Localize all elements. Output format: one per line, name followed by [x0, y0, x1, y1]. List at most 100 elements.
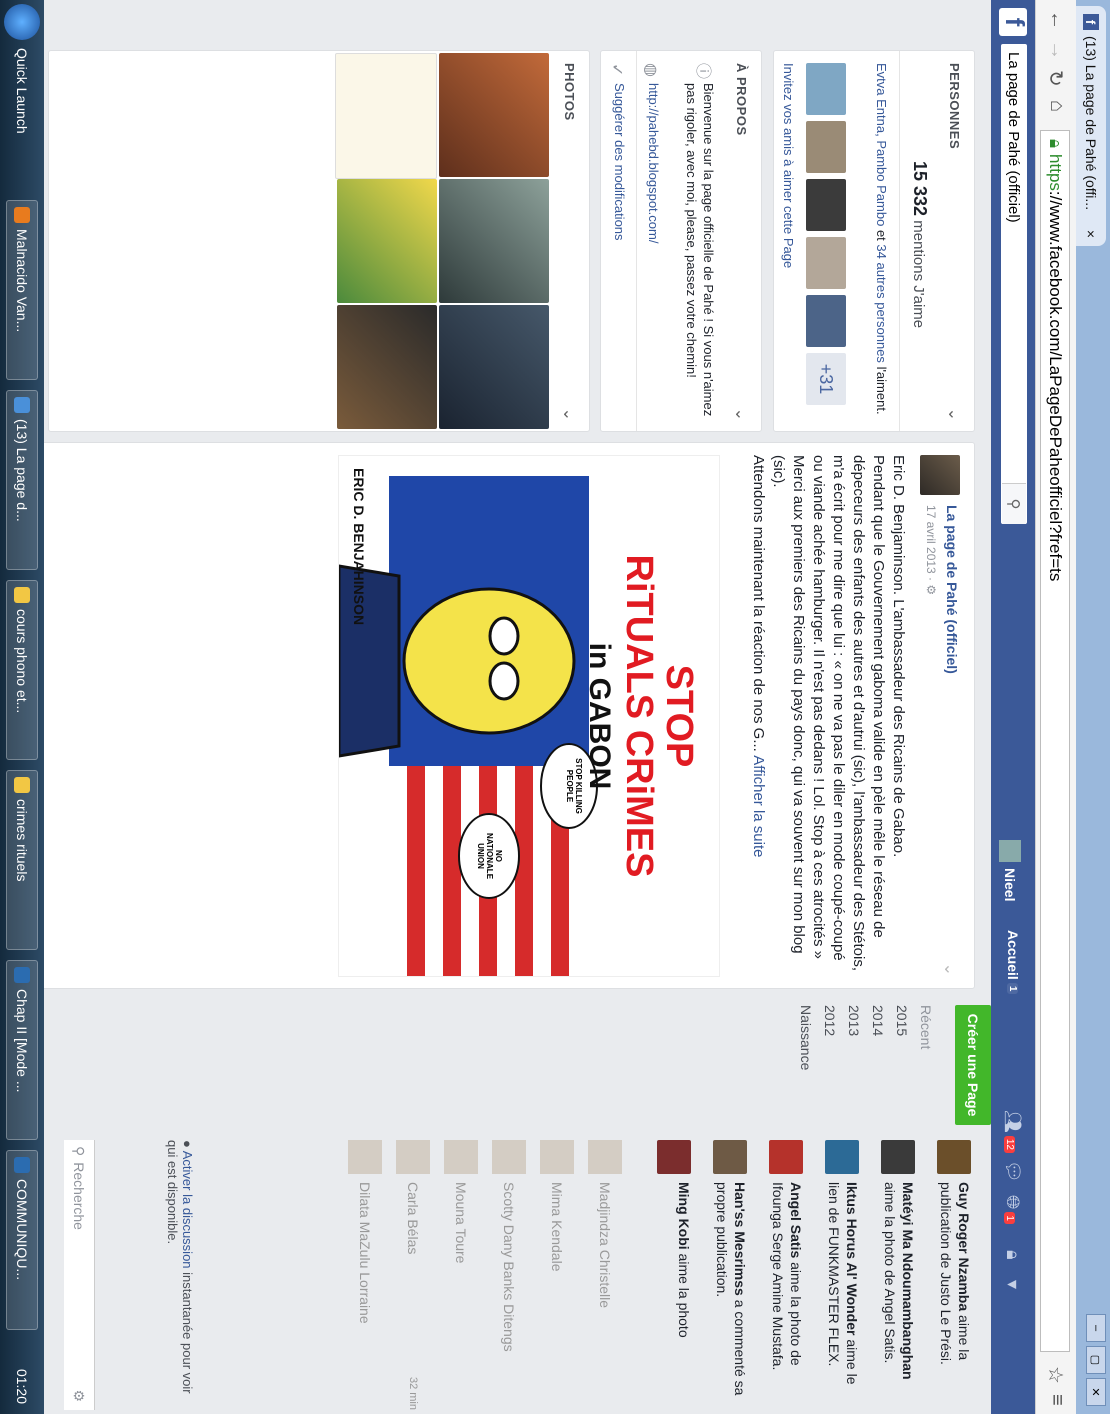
gear-icon[interactable]: ⚙︎: [71, 1389, 88, 1402]
about-description: Bienvenue sur la page officielle de Pahé…: [684, 83, 716, 417]
back-icon[interactable]: ←: [1045, 10, 1068, 30]
maximize-icon[interactable]: ▢: [1086, 1346, 1106, 1374]
invite-friends-link[interactable]: Invitez vos amis à aimer cette Page: [781, 63, 796, 268]
contact-time: 32 min: [407, 1376, 419, 1410]
chat-contact[interactable]: Carla Bélas 32 min: [393, 1140, 433, 1410]
timeline-item[interactable]: 2012: [818, 1005, 842, 1125]
contact-avatar: [348, 1140, 382, 1174]
facebook-search-input[interactable]: La page de Pahé (officiel) ⚲: [1001, 44, 1027, 524]
timeline-item[interactable]: Récent: [914, 1005, 938, 1125]
quick-launch-label: Quick Launch: [14, 48, 30, 134]
post-paragraph: Attendons maintenant la réaction de nos …: [750, 455, 767, 752]
ticker-name[interactable]: Ming Kobi: [676, 1182, 692, 1250]
close-window-icon[interactable]: ✕: [1086, 1378, 1106, 1406]
photo-thumbnail[interactable]: [439, 179, 549, 303]
taskbar-button[interactable]: Chap II [Mode ...: [6, 960, 38, 1140]
friend-avatar[interactable]: [806, 121, 846, 173]
photo-thumbnail[interactable]: [439, 53, 549, 177]
friend-avatar[interactable]: [806, 63, 846, 115]
friends-names-link[interactable]: Evtva Entna, Pambo Pambo: [874, 63, 889, 226]
ticker-name[interactable]: Iktus Horus Al' Wonder: [844, 1182, 860, 1335]
home-icon[interactable]: ⌂: [1045, 100, 1068, 112]
ticker-item[interactable]: Iktus Horus Al' Wonder aime le lien de F…: [809, 1140, 863, 1410]
contact-name: Mima Kendale: [549, 1182, 565, 1272]
reload-icon[interactable]: ↻: [1043, 70, 1068, 87]
friend-requests-icon[interactable]: 👥︎12: [1002, 1110, 1023, 1153]
create-page-button[interactable]: Créer une Page: [955, 1005, 991, 1125]
more-friends-button[interactable]: +31: [806, 353, 846, 405]
friend-avatar[interactable]: [806, 295, 846, 347]
ticker-avatar: [825, 1140, 859, 1174]
likes-label: mentions J'aime: [910, 220, 927, 329]
start-button-icon[interactable]: [4, 4, 40, 40]
account-menu-icon[interactable]: ▾: [1002, 1280, 1023, 1289]
taskbar-button[interactable]: cours phono et...: [6, 580, 38, 760]
bookmark-star-icon[interactable]: ☆: [1043, 1366, 1068, 1384]
ticker-name[interactable]: Guy Roger Nzamba: [956, 1182, 972, 1311]
taskbar-button[interactable]: (13) La page d...: [6, 390, 38, 570]
ticker-item[interactable]: Matéyi Ma Ndoumambanghan aime la photo d…: [865, 1140, 919, 1410]
facebook-logo-icon[interactable]: f: [999, 8, 1030, 36]
ticker-avatar: [769, 1140, 803, 1174]
taskbar-button[interactable]: COMMUNIQU...: [6, 1150, 38, 1330]
activate-chat-link[interactable]: Activer la discussion: [180, 1151, 195, 1269]
chevron-down-icon[interactable]: ⌄: [731, 408, 751, 421]
menu-icon[interactable]: ≡: [1045, 1394, 1068, 1406]
others-link[interactable]: 34 autres personnes: [874, 244, 889, 363]
page-avatar[interactable]: [920, 455, 960, 495]
minimize-icon[interactable]: –: [1086, 1314, 1106, 1342]
photo-thumbnail[interactable]: [439, 305, 549, 429]
friend-avatar[interactable]: [806, 179, 846, 231]
ticker-item[interactable]: Guy Roger Nzamba aime la publication de …: [921, 1140, 975, 1410]
suggest-edits-link[interactable]: Suggérer des modifications: [612, 83, 627, 241]
notifications-icon[interactable]: 🌐︎1: [1002, 1195, 1023, 1224]
ticker-avatar: [881, 1140, 915, 1174]
friends-and: et: [874, 229, 889, 241]
friend-avatar[interactable]: [806, 237, 846, 289]
ticker-avatar: [657, 1140, 691, 1174]
chat-search-input[interactable]: ⚲ Recherche ⚙︎: [64, 1140, 95, 1410]
taskbar-button[interactable]: Malnacido Van...: [6, 200, 38, 380]
post-paragraph: Merci aux premiers des Ricains du pays d…: [770, 455, 807, 954]
post-options-chevron-icon[interactable]: ⌄: [940, 963, 960, 976]
about-card: À PROPOS ⌄ ⓘ Bienvenue sur la page offic…: [600, 50, 762, 432]
ticker-item[interactable]: Ming Kobi aime la photo: [641, 1140, 695, 1410]
browser-tab-bar: f (13) La page de Pahé (offi... × – ▢ ✕: [1076, 0, 1110, 1414]
search-icon: ⚲: [71, 1146, 88, 1157]
user-profile-link[interactable]: Nieel: [999, 840, 1021, 901]
messages-icon[interactable]: 💬︎: [1002, 1160, 1023, 1183]
tab-close-icon[interactable]: ×: [1083, 230, 1099, 238]
timeline-item[interactable]: 2015: [890, 1005, 914, 1125]
website-link[interactable]: http://pahebd.blogspot.com/: [646, 83, 661, 243]
taskbar-button[interactable]: crimes rituels: [6, 770, 38, 950]
post-image[interactable]: STOP RiTUALS CRiMES in GABON STOP KILLIN…: [338, 455, 720, 977]
chat-contact[interactable]: Mima Kendale: [537, 1140, 577, 1410]
address-bar[interactable]: 🔒︎ https ://www.facebook.com/LaPageDePah…: [1040, 130, 1070, 1352]
ticker-item[interactable]: Han'ss Mesrimss a commenté sa propre pub…: [697, 1140, 751, 1410]
ticker-name[interactable]: Angel Satis: [788, 1182, 804, 1258]
home-link[interactable]: Accueil 1: [1005, 930, 1021, 995]
forward-icon[interactable]: →: [1045, 40, 1068, 60]
browser-tab[interactable]: f (13) La page de Pahé (offi... ×: [1076, 6, 1106, 246]
privacy-lock-icon[interactable]: 🔒︎: [1002, 1250, 1023, 1260]
timeline-item[interactable]: 2014: [866, 1005, 890, 1125]
cartoon-thumbnail[interactable]: [335, 53, 437, 179]
ticker-name[interactable]: Matéyi Ma Ndoumambanghan: [900, 1182, 916, 1380]
chat-contact[interactable]: Dilata MaZulu Lorraine: [345, 1140, 385, 1410]
post-author-link[interactable]: La page de Pahé (officiel): [944, 505, 960, 674]
chat-contact[interactable]: Scotty Dany Banks Ditengs: [489, 1140, 529, 1410]
post-date[interactable]: 17 avril 2013 · ⚙︎: [924, 505, 938, 595]
cartoon-thumbnail[interactable]: [337, 179, 437, 303]
search-icon[interactable]: ⚲: [1002, 483, 1026, 524]
ticker-item[interactable]: Angel Satis aime la photo de Ifounga Ser…: [753, 1140, 807, 1410]
photo-thumbnail[interactable]: [337, 305, 437, 429]
timeline-item[interactable]: Naissance: [794, 1005, 818, 1125]
chat-contact[interactable]: Madjindza Christelle: [585, 1140, 625, 1410]
chevron-down-icon[interactable]: ⌄: [944, 408, 964, 421]
chat-contact[interactable]: Mouna Toure: [441, 1140, 481, 1410]
see-more-link[interactable]: Afficher la suite: [750, 755, 767, 857]
timeline-item[interactable]: 2013: [842, 1005, 866, 1125]
ticker-name[interactable]: Han'ss Mesrimss: [732, 1182, 748, 1296]
contact-name: Dilata MaZulu Lorraine: [357, 1182, 373, 1324]
chevron-down-icon[interactable]: ⌄: [559, 408, 579, 421]
